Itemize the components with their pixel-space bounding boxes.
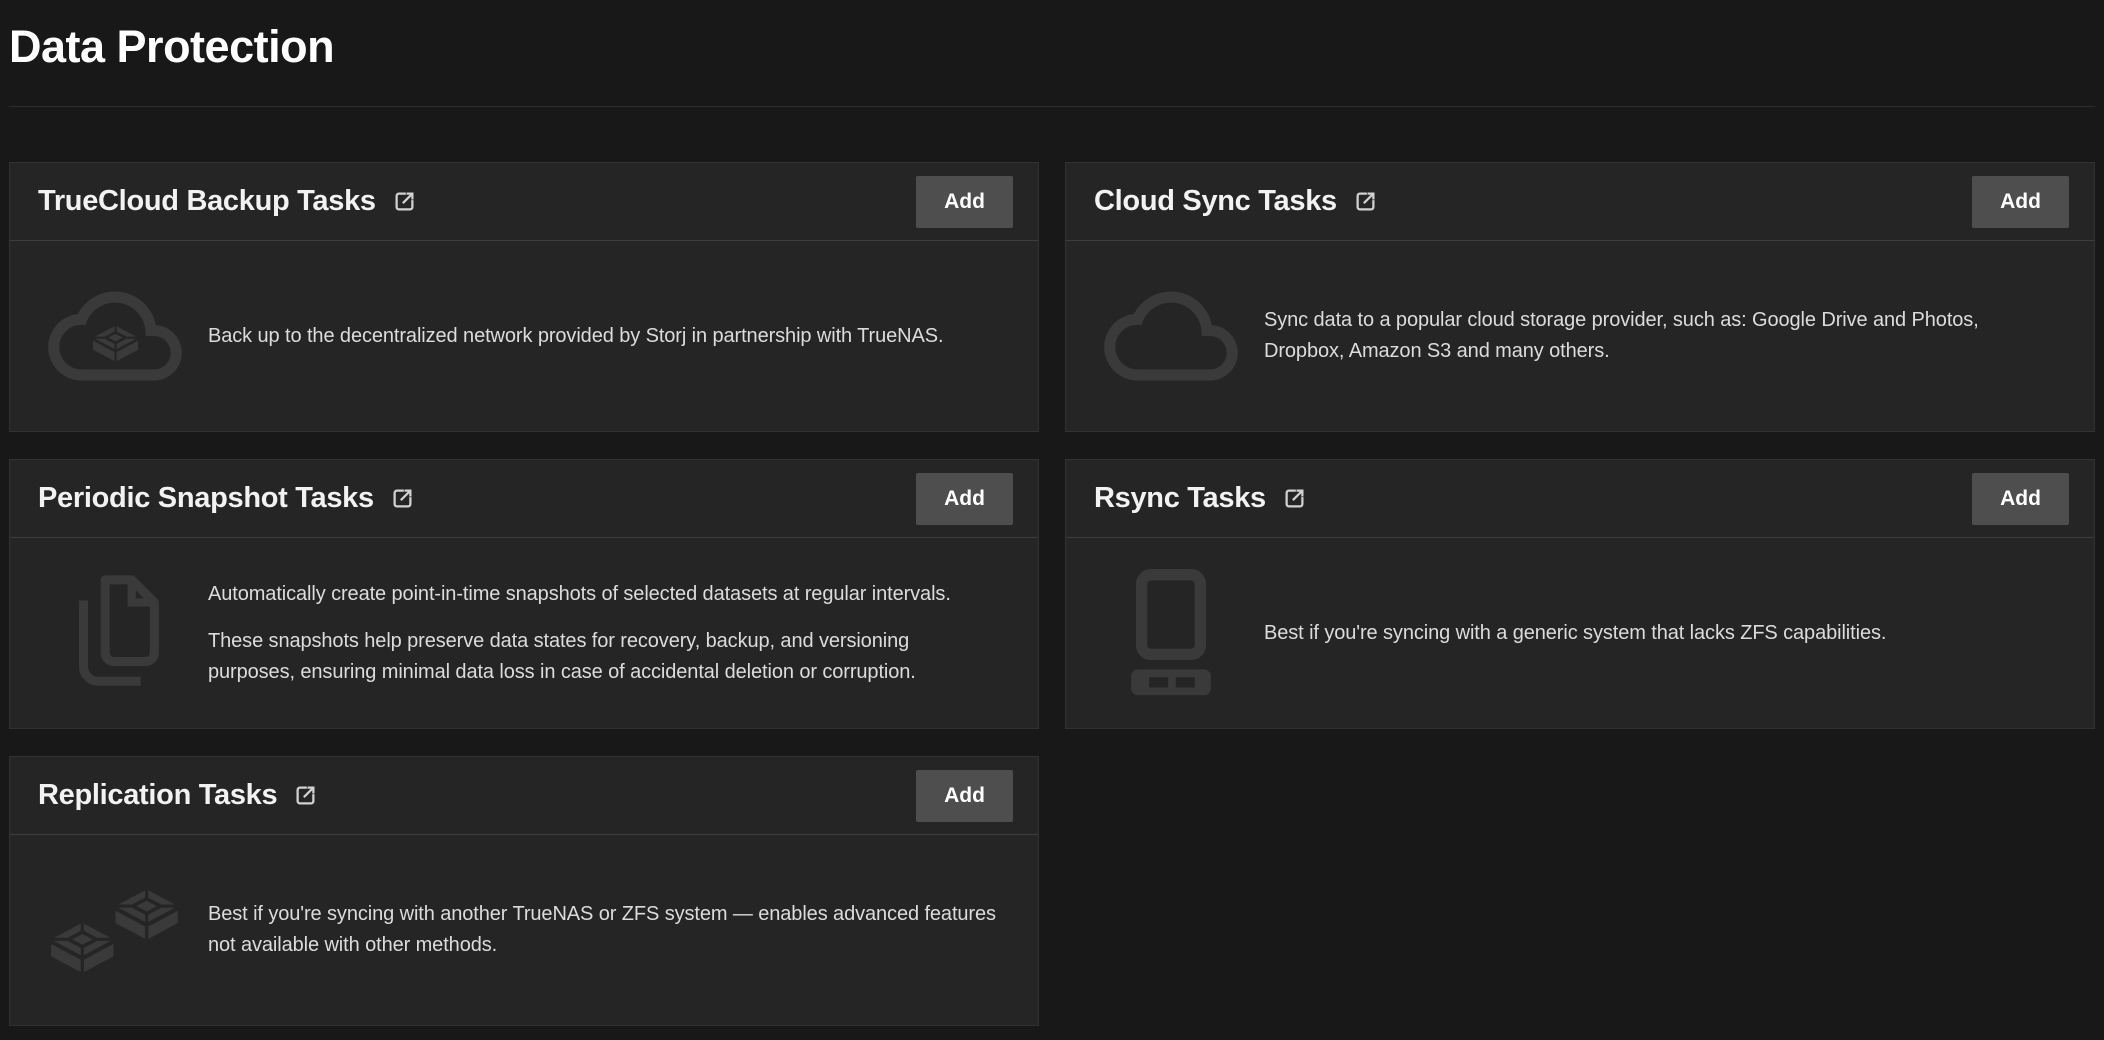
card-body: Sync data to a popular cloud storage pro…	[1066, 241, 2094, 431]
card-cloud-sync-tasks: Cloud Sync Tasks Add	[1065, 162, 2095, 432]
card-title: Rsync Tasks	[1094, 482, 1308, 515]
card-header: Replication Tasks Add	[10, 757, 1038, 835]
card-title: TrueCloud Backup Tasks	[38, 185, 418, 218]
card-description: Automatically create point-in-time snaps…	[208, 579, 998, 688]
card-title-text: Rsync Tasks	[1094, 482, 1266, 515]
card-header: Periodic Snapshot Tasks Add	[10, 460, 1038, 538]
card-header: Rsync Tasks Add	[1066, 460, 2094, 538]
card-body: Best if you're syncing with a generic sy…	[1066, 538, 2094, 728]
card-truecloud-backup-tasks: TrueCloud Backup Tasks Add	[9, 162, 1039, 432]
card-body: Best if you're syncing with another True…	[10, 835, 1038, 1025]
card-body: Back up to the decentralized network pro…	[10, 241, 1038, 431]
computer-icon	[1096, 569, 1246, 698]
card-description: Sync data to a popular cloud storage pro…	[1264, 305, 2054, 367]
description-paragraph: Back up to the decentralized network pro…	[208, 321, 943, 352]
cloud-icon	[1096, 287, 1246, 385]
description-paragraph: Best if you're syncing with another True…	[208, 899, 998, 961]
description-paragraph: Best if you're syncing with a generic sy…	[1264, 618, 1886, 649]
task-cards-grid: TrueCloud Backup Tasks Add	[9, 162, 2095, 1026]
description-paragraph: These snapshots help preserve data state…	[208, 626, 998, 688]
card-title-text: Periodic Snapshot Tasks	[38, 482, 374, 515]
replication-boxes-icon	[40, 886, 190, 974]
card-title-text: TrueCloud Backup Tasks	[38, 185, 376, 218]
card-title-text: Replication Tasks	[38, 779, 277, 812]
card-periodic-snapshot-tasks: Periodic Snapshot Tasks Add	[9, 459, 1039, 729]
open-in-new-icon[interactable]	[389, 485, 416, 512]
add-periodic-snapshot-button[interactable]: Add	[916, 473, 1013, 525]
card-header: TrueCloud Backup Tasks Add	[10, 163, 1038, 241]
add-truecloud-backup-button[interactable]: Add	[916, 176, 1013, 228]
open-in-new-icon[interactable]	[1281, 485, 1308, 512]
storj-cloud-icon	[40, 287, 190, 385]
description-paragraph: Automatically create point-in-time snaps…	[208, 579, 998, 610]
card-title: Periodic Snapshot Tasks	[38, 482, 416, 515]
open-in-new-icon[interactable]	[292, 782, 319, 809]
description-paragraph: Sync data to a popular cloud storage pro…	[1264, 305, 2054, 367]
add-cloud-sync-button[interactable]: Add	[1972, 176, 2069, 228]
snapshots-icon	[40, 570, 190, 696]
open-in-new-icon[interactable]	[1352, 188, 1379, 215]
card-title-text: Cloud Sync Tasks	[1094, 185, 1337, 218]
card-description: Back up to the decentralized network pro…	[208, 321, 943, 352]
card-description: Best if you're syncing with another True…	[208, 899, 998, 961]
card-body: Automatically create point-in-time snaps…	[10, 538, 1038, 728]
card-header: Cloud Sync Tasks Add	[1066, 163, 2094, 241]
add-replication-button[interactable]: Add	[916, 770, 1013, 822]
card-replication-tasks: Replication Tasks Add	[9, 756, 1039, 1026]
title-divider	[9, 106, 2095, 107]
page-title: Data Protection	[9, 0, 2095, 72]
add-rsync-button[interactable]: Add	[1972, 473, 2069, 525]
card-description: Best if you're syncing with a generic sy…	[1264, 618, 1886, 649]
open-in-new-icon[interactable]	[391, 188, 418, 215]
card-rsync-tasks: Rsync Tasks Add	[1065, 459, 2095, 729]
card-title: Cloud Sync Tasks	[1094, 185, 1379, 218]
card-title: Replication Tasks	[38, 779, 319, 812]
data-protection-page: Data Protection TrueCloud Backup Tasks	[0, 0, 2104, 1026]
